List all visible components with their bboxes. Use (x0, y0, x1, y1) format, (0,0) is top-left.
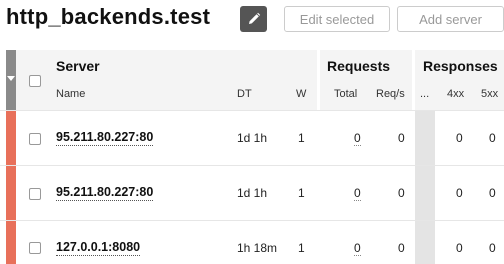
col-ellipsis[interactable]: ... (420, 88, 429, 100)
dt-value: 1d 1h (237, 131, 268, 145)
total-value[interactable]: 0 (354, 241, 361, 256)
4xx-value: 0 (456, 186, 463, 200)
header-divider (412, 50, 415, 110)
w-value: 1 (298, 241, 305, 255)
group-server: Server (56, 58, 100, 74)
group-responses: Responses (423, 58, 498, 74)
5xx-value: 0 (489, 241, 496, 255)
total-value[interactable]: 0 (354, 131, 361, 146)
reqs-value: 0 (398, 241, 405, 255)
select-all-checkbox[interactable] (29, 75, 41, 87)
server-name-link[interactable]: 127.0.0.1:8080 (56, 240, 141, 256)
table-row: 127.0.0.1:8080 1h 18m 1 0 0 0 0 (0, 220, 504, 264)
server-name-link[interactable]: 95.211.80.227:80 (56, 185, 154, 201)
table-row: 95.211.80.227:80 1d 1h 1 0 0 0 0 (0, 165, 504, 221)
col-name[interactable]: Name (56, 88, 85, 100)
col-total[interactable]: Total (334, 88, 357, 100)
row-checkbox[interactable] (29, 133, 41, 145)
5xx-value: 0 (489, 131, 496, 145)
row-checkbox[interactable] (29, 242, 41, 254)
dt-value: 1h 18m (237, 241, 278, 255)
pencil-icon (248, 12, 260, 24)
header-divider (317, 50, 320, 110)
table-row: 95.211.80.227:80 1d 1h 1 0 0 0 0 (0, 110, 504, 166)
4xx-value: 0 (456, 131, 463, 145)
w-value: 1 (298, 186, 305, 200)
col-4xx[interactable]: 4xx (447, 88, 464, 100)
col-reqs[interactable]: Req/s (376, 88, 405, 100)
reqs-value: 0 (398, 186, 405, 200)
server-name-link[interactable]: 95.211.80.227:80 (56, 130, 154, 146)
dt-value: 1d 1h (237, 186, 268, 200)
4xx-value: 0 (456, 241, 463, 255)
collapsed-column (415, 111, 435, 166)
edit-title-button[interactable] (240, 6, 267, 32)
collapsed-column (415, 166, 435, 221)
total-value[interactable]: 0 (354, 186, 361, 201)
edit-selected-button[interactable]: Edit selected (284, 6, 390, 32)
reqs-value: 0 (398, 131, 405, 145)
group-requests: Requests (327, 58, 391, 74)
status-indicator (6, 111, 16, 166)
5xx-value: 0 (489, 186, 496, 200)
w-value: 1 (298, 131, 305, 145)
page-title: http_backends.test (6, 4, 211, 29)
col-w[interactable]: W (296, 88, 306, 100)
status-indicator (6, 221, 16, 264)
status-indicator (6, 166, 16, 221)
col-dt[interactable]: DT (237, 88, 252, 100)
chevron-down-icon (7, 76, 15, 81)
add-server-button[interactable]: Add server (397, 6, 504, 32)
row-checkbox[interactable] (29, 188, 41, 200)
collapsed-column (415, 221, 435, 264)
col-5xx[interactable]: 5xx (481, 88, 498, 100)
